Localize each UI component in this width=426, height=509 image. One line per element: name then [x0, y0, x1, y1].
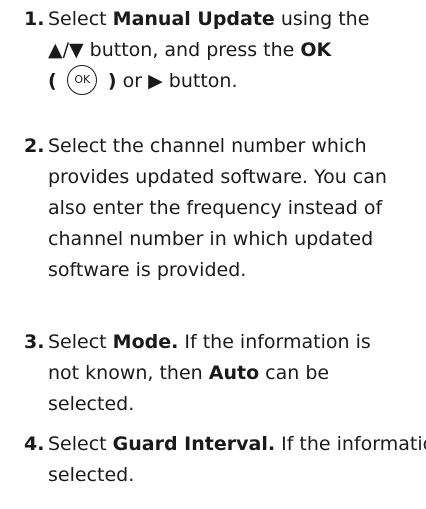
auto-label: Auto	[208, 362, 260, 384]
paren-open: (	[48, 70, 64, 92]
step-text: Select	[48, 433, 113, 455]
step-2-line-2: provides updated software. You can	[48, 166, 387, 188]
guard-interval-label: Guard Interval.	[112, 433, 276, 455]
instruction-steps: 1. Select Manual Update using the ▲/▼ but…	[0, 0, 426, 509]
step-3: 3. Select Mode. If the information is not…	[24, 327, 426, 420]
step-text: ▲/▼ button, and press the	[48, 39, 301, 61]
step-1-line-1: 1. Select Manual Update using the	[24, 4, 426, 35]
step-2-line-4: channel number in which updated	[48, 228, 374, 250]
step-4-line-1: 4. Select Guard Interval. If the informat…	[24, 429, 426, 460]
step-text: can be	[259, 362, 330, 384]
ok-button-icon: OK	[67, 64, 98, 95]
step-text: using the	[274, 8, 370, 30]
step-3-line-2: not known, then Auto can be	[24, 358, 426, 389]
step-1-line-2: ▲/▼ button, and press the OK	[24, 35, 426, 66]
ok-label: OK	[300, 39, 332, 61]
step-3-line-3: selected.	[48, 393, 135, 415]
step-text: Select	[48, 8, 113, 30]
step-text: not known, then	[48, 362, 209, 384]
step-2: 2. Select the channel number which provid…	[24, 131, 426, 286]
step-2-line-3: also enter the frequency instead of	[48, 197, 383, 219]
manual-update-label: Manual Update	[112, 8, 275, 30]
step-4-line-2: selected.	[48, 464, 135, 486]
paren-close: )	[101, 70, 117, 92]
step-text: If the information is	[178, 331, 371, 353]
step-number: 4.	[24, 433, 45, 455]
step-4: 4. Select Guard Interval. If the informat…	[24, 429, 426, 491]
step-text: or ▶ button.	[116, 70, 238, 92]
step-text: Select the channel number which	[48, 135, 367, 157]
mode-label: Mode.	[112, 331, 179, 353]
step-1-line-3: ( OK ) or ▶ button.	[24, 64, 426, 97]
step-text: If the information is not known, then Au…	[281, 433, 426, 455]
step-3-line-1: 3. Select Mode. If the information is	[24, 327, 426, 358]
step-text: Select	[48, 331, 113, 353]
step-number: 2.	[24, 135, 45, 157]
step-number: 1.	[24, 8, 45, 30]
step-2-line-1: 2. Select the channel number which	[24, 131, 426, 162]
step-2-line-5: software is provided.	[48, 259, 247, 281]
step-number: 3.	[24, 331, 45, 353]
step-1: 1. Select Manual Update using the ▲/▼ but…	[24, 4, 426, 97]
